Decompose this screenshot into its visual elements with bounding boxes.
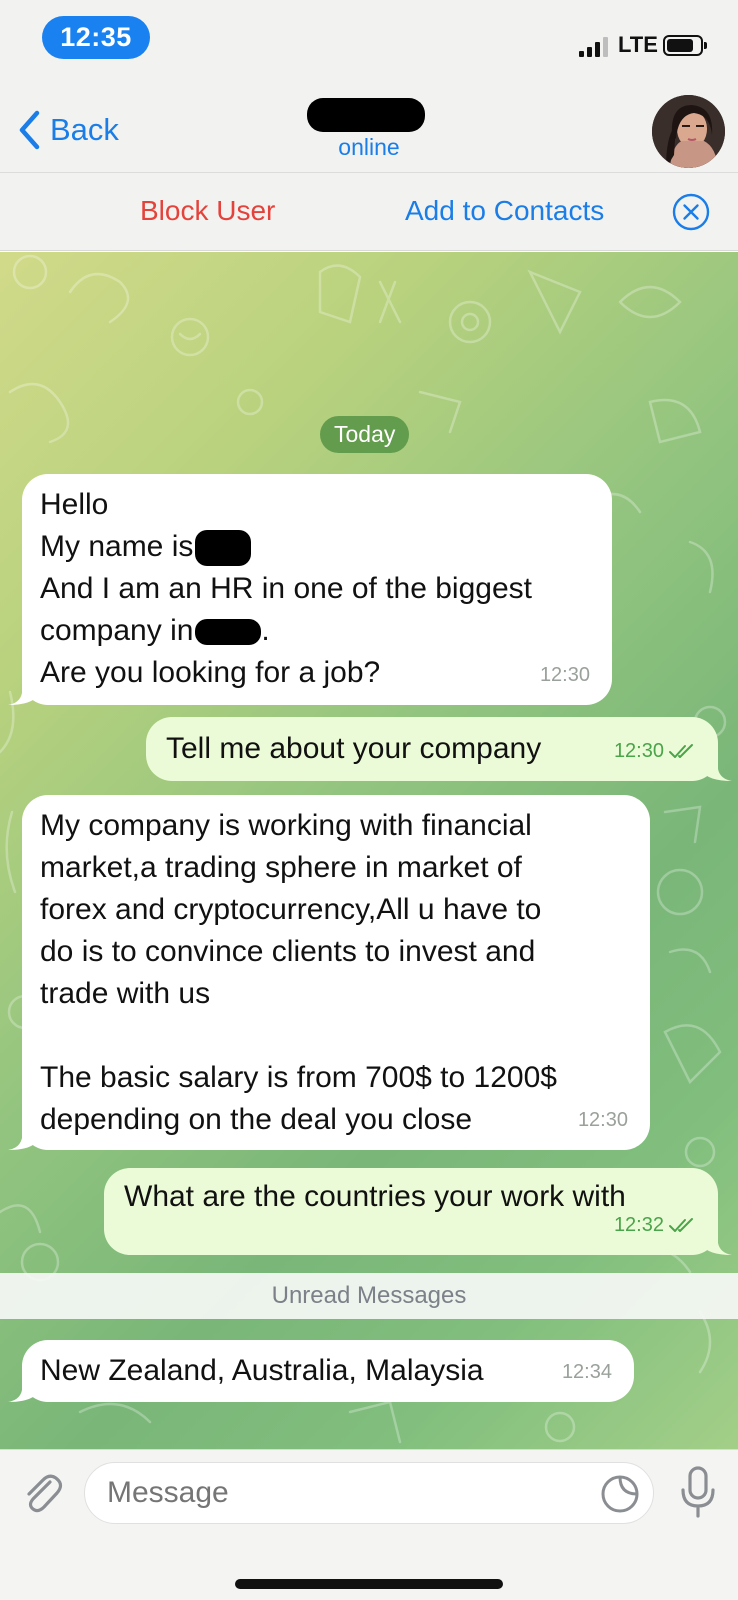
message-time: 12:34	[561, 1361, 612, 1383]
chat-header: Back online	[0, 90, 738, 173]
block-user-button[interactable]: Block User	[140, 195, 275, 227]
redacted-location	[195, 619, 262, 646]
message-text: What are the countries your work with	[124, 1180, 626, 1213]
message-time: 12:30	[539, 664, 590, 686]
contact-status: online	[338, 134, 400, 160]
message-time: 12:32	[614, 1204, 696, 1246]
message-text: New Zealand, Australia, Malaysia	[40, 1354, 484, 1387]
status-bar: 12:35 LTE	[0, 0, 738, 90]
redacted-name	[195, 530, 252, 567]
battery-icon	[663, 35, 707, 56]
message-input-bar	[0, 1449, 738, 1600]
home-indicator	[235, 1579, 503, 1589]
bubble-tail	[8, 1120, 38, 1150]
sticker-icon[interactable]	[600, 1474, 640, 1514]
message-incoming[interactable]: My company is working with financial mar…	[8, 795, 650, 1150]
message-line: Hello	[40, 488, 109, 521]
double-check-icon	[669, 744, 693, 758]
message-text: My company is working with financial mar…	[40, 809, 557, 1136]
close-circle-icon[interactable]	[672, 193, 710, 231]
signal-icon	[579, 37, 611, 57]
contact-name-redacted[interactable]	[307, 98, 425, 132]
message-time: 12:30	[614, 730, 696, 772]
message-line: My name is	[40, 526, 594, 568]
microphone-icon[interactable]	[678, 1464, 718, 1520]
network-label: LTE	[618, 32, 658, 57]
paperclip-icon[interactable]	[20, 1468, 64, 1518]
bubble-tail	[702, 1225, 732, 1255]
chat-area[interactable]: Today Hello My name is And I am an HR in…	[0, 252, 738, 1449]
message-line: Are you looking for a job?	[40, 656, 381, 689]
bubble-tail	[8, 1372, 38, 1402]
bubble-tail	[8, 675, 38, 705]
message-time: 12:30	[577, 1109, 628, 1131]
add-to-contacts-button[interactable]: Add to Contacts	[405, 195, 604, 227]
double-check-icon	[669, 1218, 693, 1232]
avatar[interactable]	[652, 95, 725, 168]
message-outgoing[interactable]: What are the countries your work with 12…	[104, 1168, 732, 1255]
unread-messages-divider: Unread Messages	[0, 1273, 738, 1319]
message-line: company in.	[40, 614, 270, 647]
message-input[interactable]	[84, 1462, 654, 1524]
contact-action-bar: Block User Add to Contacts	[0, 173, 738, 251]
message-line: And I am an HR in one of the biggest	[40, 572, 532, 605]
bubble-tail	[702, 751, 732, 781]
status-time: 12:35	[42, 16, 150, 59]
message-incoming[interactable]: New Zealand, Australia, Malaysia 12:34	[8, 1340, 634, 1402]
message-outgoing[interactable]: Tell me about your company 12:30	[146, 717, 732, 781]
date-separator: Today	[320, 416, 410, 453]
message-incoming[interactable]: Hello My name is And I am an HR in one o…	[8, 474, 612, 705]
